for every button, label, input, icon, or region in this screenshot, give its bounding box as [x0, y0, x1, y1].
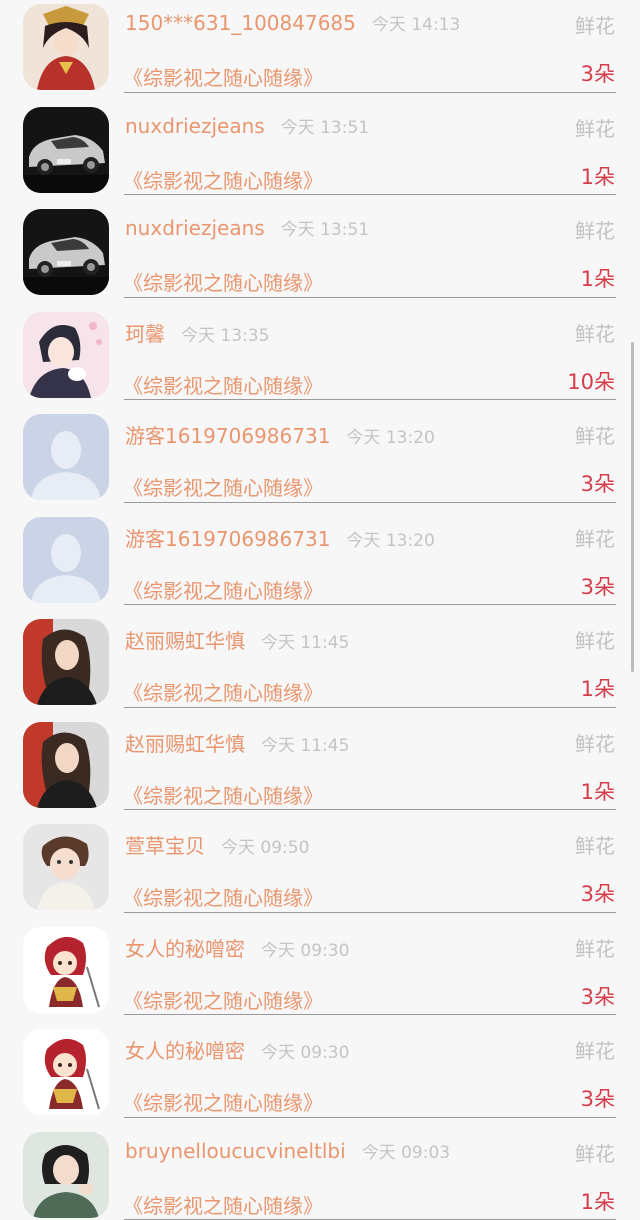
username-line: nuxdriezjeans 今天 13:51	[125, 113, 369, 138]
book-title-link[interactable]: 《综影视之随心随缘》	[123, 1190, 323, 1219]
username-line: 150***631_100847685 今天 14:13	[125, 10, 460, 35]
username[interactable]: nuxdriezjeans	[125, 216, 265, 240]
timestamp: 今天 11:45	[261, 633, 349, 653]
username-line: 赵丽赐虹华慎今天 11:45	[125, 728, 349, 757]
cartoon-warrior-avatar[interactable]	[23, 1029, 109, 1115]
gift-type-label: 鲜花	[575, 728, 615, 757]
cartoon-warrior-avatar[interactable]	[23, 927, 109, 1013]
timestamp: 今天 11:45	[261, 736, 349, 756]
book-title-link[interactable]: 《综影视之随心随缘》	[123, 780, 323, 809]
timestamp: 今天 13:51	[281, 220, 369, 240]
book-title-link[interactable]: 《综影视之随心随缘》	[123, 985, 323, 1014]
username-line: 萱草宝贝今天 09:50	[125, 830, 309, 859]
timestamp: 今天 13:20	[346, 428, 434, 448]
gift-count: 1朵	[581, 161, 615, 191]
gift-count: 1朵	[581, 673, 615, 703]
anime-couple-avatar[interactable]	[23, 312, 109, 398]
gift-count: 3朵	[581, 878, 615, 908]
book-title-link[interactable]: 《综影视之随心随缘》	[123, 165, 323, 194]
default-user-avatar[interactable]	[23, 414, 109, 500]
username-line: 女人的秘噌密今天 09:30	[125, 933, 349, 962]
child-photo-avatar[interactable]	[23, 824, 109, 910]
gift-record-row[interactable]: 赵丽赐虹华慎今天 11:45 鲜花 《综影视之随心随缘》 1朵	[0, 605, 640, 708]
gift-type-label: 鲜花	[575, 1035, 615, 1064]
gift-type-label: 鲜花	[575, 215, 615, 244]
silver-car-avatar[interactable]	[23, 209, 109, 295]
username-line: 游客1619706986731 今天 13:20	[125, 523, 435, 552]
gift-record-row[interactable]: 珂馨今天 13:35 鲜花 《综影视之随心随缘》 10朵	[0, 298, 640, 401]
gift-count: 3朵	[581, 1083, 615, 1113]
gift-type-label: 鲜花	[575, 420, 615, 449]
book-title-link[interactable]: 《综影视之随心随缘》	[123, 370, 323, 399]
book-title-link[interactable]: 《综影视之随心随缘》	[123, 677, 323, 706]
username[interactable]: 赵丽赐虹华慎	[125, 629, 245, 653]
gift-count: 3朵	[581, 58, 615, 88]
book-title-link[interactable]: 《综影视之随心随缘》	[123, 267, 323, 296]
gift-record-row[interactable]: nuxdriezjeans 今天 13:51 鲜花 《综影视之随心随缘》 1朵	[0, 195, 640, 298]
username-line: 游客1619706986731 今天 13:20	[125, 420, 435, 449]
timestamp: 今天 13:20	[346, 531, 434, 551]
girl-photo-avatar[interactable]	[23, 1132, 109, 1218]
gift-type-label: 鲜花	[575, 625, 615, 654]
username[interactable]: nuxdriezjeans	[125, 114, 265, 138]
gift-type-label: 鲜花	[575, 10, 615, 39]
gift-record-row[interactable]: nuxdriezjeans 今天 13:51 鲜花 《综影视之随心随缘》 1朵	[0, 93, 640, 196]
gift-count: 1朵	[581, 263, 615, 293]
username-line: nuxdriezjeans 今天 13:51	[125, 215, 369, 240]
gift-record-row[interactable]: 150***631_100847685 今天 14:13 鲜花 《综影视之随心随缘…	[0, 0, 640, 93]
username[interactable]: 游客1619706986731	[125, 527, 330, 551]
username[interactable]: 150***631_100847685	[125, 11, 356, 35]
username[interactable]: 珂馨	[125, 322, 165, 346]
gift-count: 3朵	[581, 468, 615, 498]
gift-record-row[interactable]: 女人的秘噌密今天 09:30 鲜花 《综影视之随心随缘》 3朵	[0, 913, 640, 1016]
gift-record-row[interactable]: 游客1619706986731 今天 13:20 鲜花 《综影视之随心随缘》 3朵	[0, 503, 640, 606]
gift-type-label: 鲜花	[575, 523, 615, 552]
username[interactable]: 萱草宝贝	[125, 834, 205, 858]
username[interactable]: 女人的秘噌密	[125, 937, 245, 961]
username[interactable]: 游客1619706986731	[125, 424, 330, 448]
gift-record-row[interactable]: 赵丽赐虹华慎今天 11:45 鲜花 《综影视之随心随缘》 1朵	[0, 708, 640, 811]
gift-type-label: 鲜花	[575, 1138, 615, 1167]
gift-count: 1朵	[581, 1186, 615, 1216]
username[interactable]: 赵丽赐虹华慎	[125, 732, 245, 756]
username-line: bruynelloucucvineltlbi 今天 09:03	[125, 1138, 450, 1163]
gift-record-row[interactable]: 萱草宝贝今天 09:50 鲜花 《综影视之随心随缘》 3朵	[0, 810, 640, 913]
ancient-queen-avatar[interactable]	[23, 4, 109, 90]
silver-car-avatar[interactable]	[23, 107, 109, 193]
username-line: 珂馨今天 13:35	[125, 318, 269, 347]
book-title-link[interactable]: 《综影视之随心随缘》	[123, 472, 323, 501]
gift-count: 1朵	[581, 776, 615, 806]
gift-type-label: 鲜花	[575, 830, 615, 859]
gift-type-label: 鲜花	[575, 318, 615, 347]
gift-record-list: 150***631_100847685 今天 14:13 鲜花 《综影视之随心随缘…	[0, 0, 640, 1220]
book-title-link[interactable]: 《综影视之随心随缘》	[123, 575, 323, 604]
gift-type-label: 鲜花	[575, 933, 615, 962]
username[interactable]: bruynelloucucvineltlbi	[125, 1139, 346, 1163]
gift-count: 3朵	[581, 981, 615, 1011]
gift-record-row[interactable]: bruynelloucucvineltlbi 今天 09:03 鲜花 《综影视之随…	[0, 1118, 640, 1220]
gift-type-label: 鲜花	[575, 113, 615, 142]
gift-record-row[interactable]: 女人的秘噌密今天 09:30 鲜花 《综影视之随心随缘》 3朵	[0, 1015, 640, 1118]
timestamp: 今天 09:50	[221, 838, 309, 858]
gift-count: 10朵	[567, 366, 615, 396]
book-title-link[interactable]: 《综影视之随心随缘》	[123, 62, 323, 91]
book-title-link[interactable]: 《综影视之随心随缘》	[123, 1087, 323, 1116]
username[interactable]: 女人的秘噌密	[125, 1039, 245, 1063]
scrollbar[interactable]	[631, 342, 634, 672]
woman-photo-avatar[interactable]	[23, 619, 109, 705]
timestamp: 今天 09:30	[261, 1043, 349, 1063]
username-line: 赵丽赐虹华慎今天 11:45	[125, 625, 349, 654]
timestamp: 今天 09:03	[362, 1143, 450, 1163]
timestamp: 今天 09:30	[261, 941, 349, 961]
timestamp: 今天 14:13	[372, 15, 460, 35]
book-title-link[interactable]: 《综影视之随心随缘》	[123, 882, 323, 911]
timestamp: 今天 13:51	[281, 118, 369, 138]
username-line: 女人的秘噌密今天 09:30	[125, 1035, 349, 1064]
gift-count: 3朵	[581, 571, 615, 601]
gift-record-row[interactable]: 游客1619706986731 今天 13:20 鲜花 《综影视之随心随缘》 3朵	[0, 400, 640, 503]
default-user-avatar[interactable]	[23, 517, 109, 603]
woman-photo-avatar[interactable]	[23, 722, 109, 808]
timestamp: 今天 13:35	[181, 326, 269, 346]
